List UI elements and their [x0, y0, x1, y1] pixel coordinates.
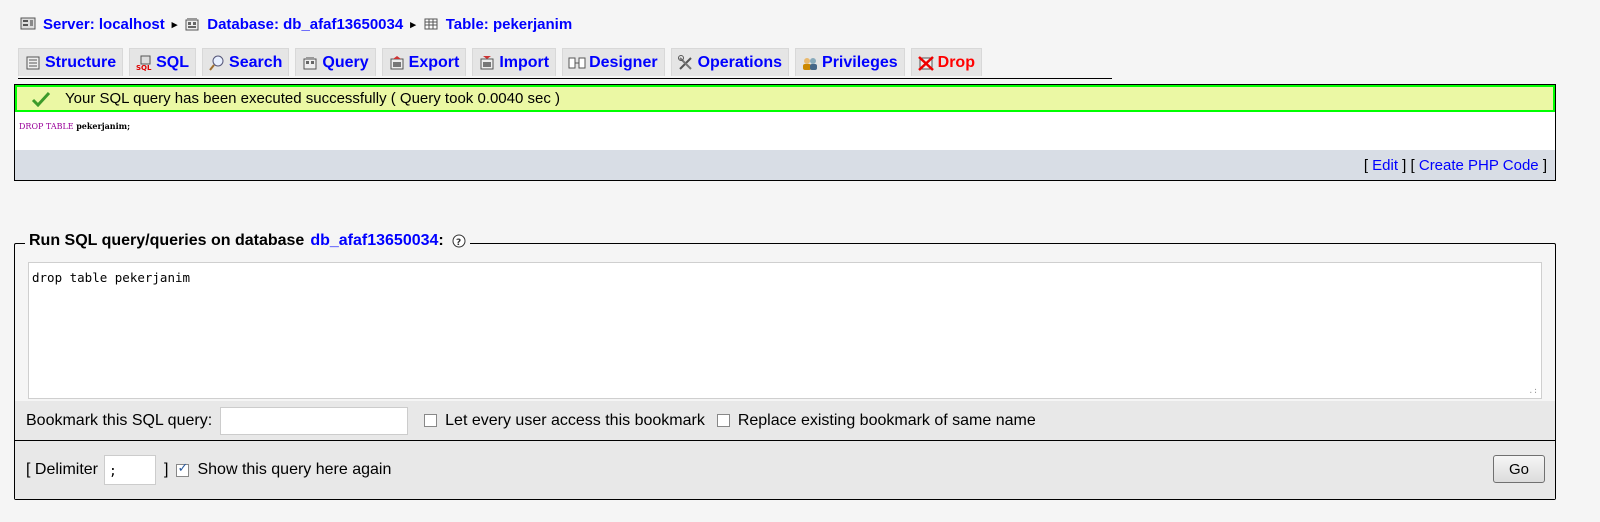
bracket: ] [ [1398, 156, 1419, 174]
tab-label: Search [229, 53, 283, 71]
query-keyword: DROP TABLE [19, 122, 74, 131]
replace-bookmark-checkbox[interactable] [716, 414, 730, 427]
show-query-again-checkbox[interactable] [176, 461, 190, 477]
breadcrumb-database-link[interactable]: Database: db_afaf13650034 [207, 16, 403, 33]
bookmark-input[interactable] [220, 406, 409, 435]
tab-operations[interactable]: Operations [670, 48, 790, 76]
tab-label: Import [499, 53, 550, 71]
legend-text: Run SQL query/queries on database [29, 232, 305, 249]
tab-drop[interactable]: Drop [910, 48, 982, 76]
tab-label: Operations [697, 53, 783, 71]
form-legend: Run SQL query/queries on database db_afa… [25, 232, 470, 250]
delimiter-input[interactable]: ; [104, 455, 157, 485]
tab-label: Query [322, 53, 369, 71]
tab-sql[interactable]: SQL SQL [129, 48, 197, 76]
edit-link[interactable]: Edit [1372, 157, 1398, 174]
tab-label: Structure [45, 53, 117, 71]
legend-database-link[interactable]: db_afaf13650034 [310, 232, 438, 250]
bracket: [ [1363, 156, 1373, 174]
breadcrumb-separator: ▸ [410, 18, 416, 31]
query-icon [303, 56, 317, 69]
query-table: pekerjanim; [76, 121, 131, 131]
success-message: Your SQL query has been executed success… [15, 85, 1555, 112]
tab-label: SQL [156, 53, 190, 71]
go-button[interactable]: Go [1493, 455, 1545, 483]
export-icon [390, 55, 404, 69]
check-icon [31, 91, 51, 107]
breadcrumb: Server: localhost ▸ Database: db_afaf136… [20, 14, 572, 34]
operations-icon [677, 54, 692, 70]
tab-label: Designer [589, 53, 658, 71]
structure-icon [26, 56, 40, 69]
tab-label: Export [408, 53, 460, 71]
privileges-icon [803, 57, 818, 70]
tab-label: Privileges [822, 53, 898, 71]
svg-text:?: ? [456, 238, 461, 248]
tab-designer[interactable]: Designer [562, 48, 665, 76]
resize-grip-icon[interactable]: .: [1528, 387, 1538, 395]
sql-query-text: drop table pekerjanim [32, 270, 191, 285]
tab-export[interactable]: Export [381, 48, 467, 76]
breadcrumb-separator: ▸ [171, 18, 178, 31]
breadcrumb-table-link[interactable]: Table: pekerjanim [446, 16, 572, 33]
tab-bar: Structure SQL SQL Search Query Export Im… [18, 48, 1112, 79]
sql-query-textarea[interactable]: drop table pekerjanim .: [28, 262, 1542, 399]
show-query-again-label[interactable]: Show this query here again [197, 461, 391, 479]
every-user-checkbox[interactable] [424, 414, 438, 427]
success-text: Your SQL query has been executed success… [65, 90, 560, 107]
submit-row: [ Delimiter ; ] Show this query here aga… [15, 441, 1555, 499]
bookmark-row: Bookmark this SQL query: Let every user … [15, 401, 1555, 441]
table-icon [424, 18, 438, 30]
tab-search[interactable]: Search [202, 48, 290, 76]
database-icon [185, 18, 199, 31]
result-actions: [ Edit ] [ Create PHP Code ] [15, 150, 1555, 180]
delimiter-label: [ Delimiter [26, 461, 99, 478]
help-icon[interactable]: ? [452, 234, 466, 248]
import-icon [480, 55, 494, 69]
sql-icon: SQL [136, 55, 152, 71]
tab-import[interactable]: Import [472, 48, 557, 76]
sql-query-form: Run SQL query/queries on database db_afa… [14, 232, 1556, 500]
every-user-label[interactable]: Let every user access this bookmark [445, 412, 705, 430]
bracket: ] [1538, 156, 1547, 174]
tab-structure[interactable]: Structure [18, 48, 124, 76]
query-result-panel: Your SQL query has been executed success… [14, 84, 1556, 181]
create-php-code-link[interactable]: Create PHP Code [1419, 157, 1539, 174]
delimiter-close: ] [164, 461, 169, 478]
drop-icon [917, 55, 934, 71]
tab-privileges[interactable]: Privileges [795, 48, 905, 76]
designer-icon [568, 57, 586, 68]
executed-query: DROP TABLE pekerjanim; [19, 121, 130, 131]
tab-query[interactable]: Query [295, 48, 376, 76]
tab-label: Drop [937, 53, 975, 71]
legend-colon: : [438, 232, 444, 249]
server-icon [20, 17, 36, 30]
bookmark-label: Bookmark this SQL query: [26, 411, 213, 429]
replace-bookmark-label[interactable]: Replace existing bookmark of same name [738, 412, 1036, 430]
breadcrumb-server-link[interactable]: Server: localhost [43, 16, 165, 33]
svg-text:SQL: SQL [136, 64, 152, 71]
search-icon [209, 55, 224, 71]
